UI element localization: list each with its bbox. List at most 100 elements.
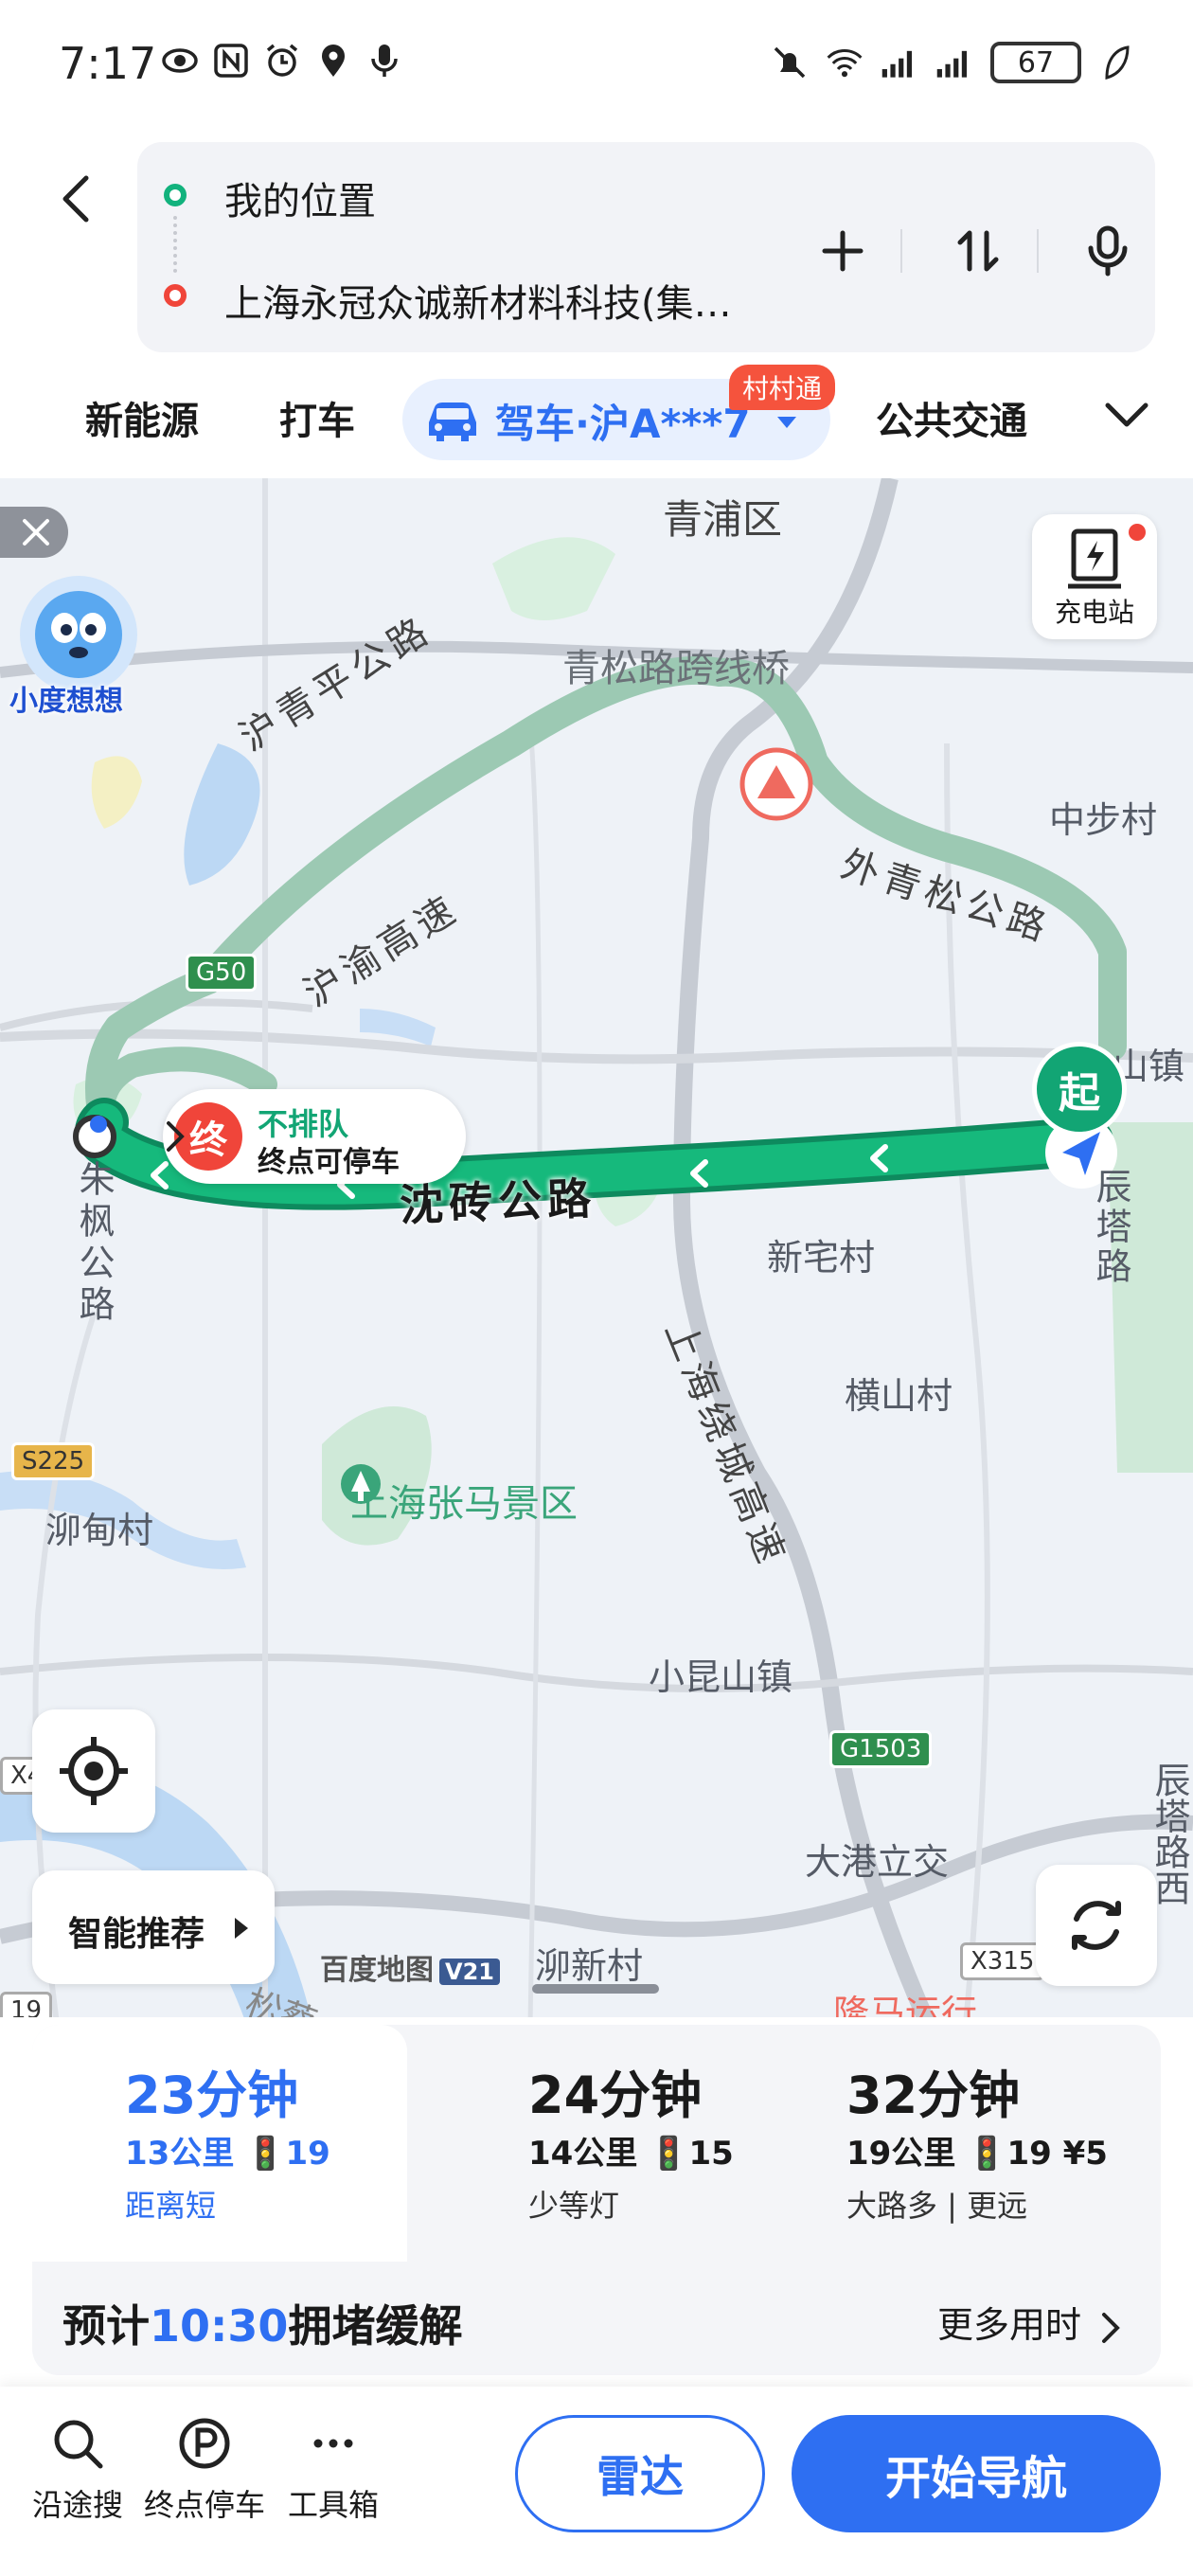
route-duration: 23分钟 (125, 2066, 299, 2125)
route-start-marker: 起 (1032, 1042, 1127, 1136)
village-badge: 村村通 (729, 365, 836, 410)
map-label: 泖甸村 (45, 1510, 154, 1551)
back-button[interactable] (52, 170, 99, 227)
tab-public-transit[interactable]: 公共交通 (876, 390, 1027, 445)
mic-icon (365, 42, 403, 80)
eta-suffix: 拥堵缓解 (288, 2300, 463, 2352)
destination-parking-button[interactable]: 终点停车 (138, 2415, 271, 2525)
more-modes-button[interactable] (1103, 398, 1150, 436)
radar-button[interactable]: 雷达 (515, 2415, 765, 2532)
microphone-icon (1088, 225, 1128, 277)
route-option-3[interactable]: 32分钟 19公里 🚦19 ¥5 大路多 | 更远 (786, 2025, 1165, 2252)
smart-recommend-button[interactable]: 智能推荐 (32, 1870, 275, 1984)
map-label: 泖新村 (535, 1945, 644, 1987)
origin-field[interactable]: 我的位置 (224, 170, 376, 225)
map-label: 新宅村 (767, 1237, 876, 1279)
map-label: 横山村 (845, 1375, 953, 1417)
eta-prefix: 预计 (62, 2300, 150, 2352)
alarm-icon (263, 42, 301, 80)
battery-indicator: 67 (990, 42, 1081, 83)
status-right-icons: 67 (771, 42, 1136, 83)
route-distance-lights: 14公里 🚦15 (528, 2135, 734, 2173)
baidu-map-logo: 百度地图 V21 (320, 1946, 500, 1988)
search-along-label: 沿途搜 (31, 2487, 123, 2523)
eye-icon (161, 42, 199, 80)
scenic-area-label: 上海张马景区 (350, 1482, 578, 1526)
status-bar: 7:17 67 (0, 0, 1193, 133)
eta-congestion-info: 预计10:30拥堵缓解 (62, 2292, 462, 2354)
notification-dot (1129, 524, 1146, 541)
toolbox-button[interactable]: 工具箱 (267, 2415, 400, 2525)
parking-icon (179, 2418, 230, 2469)
map-label: 朱枫公路 (73, 1160, 115, 1327)
route-distance-lights: 19公里 🚦19 ¥5 (846, 2135, 1108, 2173)
close-assistant-button[interactable] (0, 507, 68, 558)
map-canvas (0, 478, 1193, 2024)
more-times-link[interactable]: 更多用时 (937, 2296, 1121, 2348)
map-label: 青松路跨线桥 (562, 647, 790, 690)
locate-me-button[interactable] (32, 1709, 155, 1833)
start-dot-icon (164, 184, 187, 206)
refresh-route-button[interactable] (1036, 1865, 1157, 1986)
route-input-panel: 我的位置 上海永冠众诚新材料科技(集… (137, 142, 1155, 352)
add-waypoint-button[interactable] (810, 218, 876, 284)
wifi-icon (826, 44, 864, 81)
map-label: 青浦区 (663, 496, 783, 543)
smart-recommend-label: 智能推荐 (68, 1915, 205, 1954)
map-label: 大港立交 (805, 1841, 950, 1883)
toolbox-label: 工具箱 (287, 2487, 379, 2523)
end-dot-icon (164, 284, 187, 307)
route-tag: 大路多 | 更远 (846, 2188, 1028, 2224)
caret-down-icon (777, 417, 796, 428)
signal-icon (935, 44, 973, 81)
tab-new-energy[interactable]: 新能源 (85, 390, 199, 445)
route-option-2[interactable]: 24分钟 14公里 🚦15 少等灯 (439, 2025, 818, 2252)
divider (1037, 229, 1039, 273)
destination-parking-card[interactable]: 终 不排队 终点可停车 (163, 1089, 466, 1184)
route-option-1[interactable]: 23分钟 13公里 🚦19 距离短 (32, 2025, 407, 2262)
parking-available-label: 终点可停车 (258, 1146, 400, 1179)
charging-station-button[interactable]: 充电站 (1032, 514, 1157, 639)
crosshair-icon (60, 1737, 128, 1805)
swap-route-button[interactable] (945, 218, 1011, 284)
map-view[interactable]: 青浦区 青松路跨线桥 沪青平公路 沪渝高速 外青松公路 中步村 山镇 沈砖公路 … (0, 478, 1193, 2024)
route-connector (173, 216, 177, 273)
highway-shield: G50 (186, 954, 258, 992)
destination-field[interactable]: 上海永冠众诚新材料科技(集… (224, 273, 732, 328)
signal-icon (881, 44, 918, 81)
eta-time: 10:30 (150, 2300, 289, 2352)
drive-tab-label: 驾车·沪A***7 (495, 401, 751, 447)
chevron-left-icon (62, 175, 89, 223)
leaf-icon (1098, 44, 1136, 81)
route-distance-lights: 13公里 🚦19 (125, 2135, 330, 2173)
more-dots-icon (313, 2439, 353, 2448)
nfc-icon (212, 42, 250, 80)
highway-shield: G1503 (829, 1730, 933, 1768)
map-label: 辰塔路 (1090, 1168, 1131, 1287)
start-navigation-button[interactable]: 开始导航 (792, 2415, 1161, 2532)
chevron-right-icon (167, 1121, 185, 1152)
charging-icon (1068, 528, 1121, 589)
map-label: 小昆山镇 (649, 1656, 793, 1698)
location-icon (314, 42, 352, 80)
xiaodu-label: 小度想想 (9, 685, 123, 718)
status-left-icons (161, 42, 403, 80)
car-icon (423, 398, 482, 447)
play-arrow-icon (235, 1918, 248, 1939)
tab-taxi[interactable]: 打车 (279, 390, 355, 445)
route-tag: 距离短 (125, 2188, 217, 2224)
sheet-grab-handle[interactable] (532, 1984, 659, 1994)
more-times-label: 更多用时 (937, 2304, 1082, 2346)
voice-input-button[interactable] (1075, 218, 1141, 284)
close-icon (23, 519, 49, 546)
highway-shield: S225 (11, 1442, 96, 1480)
divider (900, 229, 902, 273)
search-along-route-button[interactable]: 沿途搜 (11, 2415, 144, 2525)
brand-version: V21 (439, 1959, 500, 1985)
bottom-action-bar: 沿途搜 终点停车 工具箱 雷达 开始导航 (0, 2387, 1193, 2576)
status-time: 7:17 (59, 38, 157, 89)
parking-label: 终点停车 (143, 2487, 265, 2523)
mute-icon (771, 44, 809, 81)
route-duration: 24分钟 (528, 2066, 703, 2125)
map-label: 中步村 (1049, 799, 1158, 841)
